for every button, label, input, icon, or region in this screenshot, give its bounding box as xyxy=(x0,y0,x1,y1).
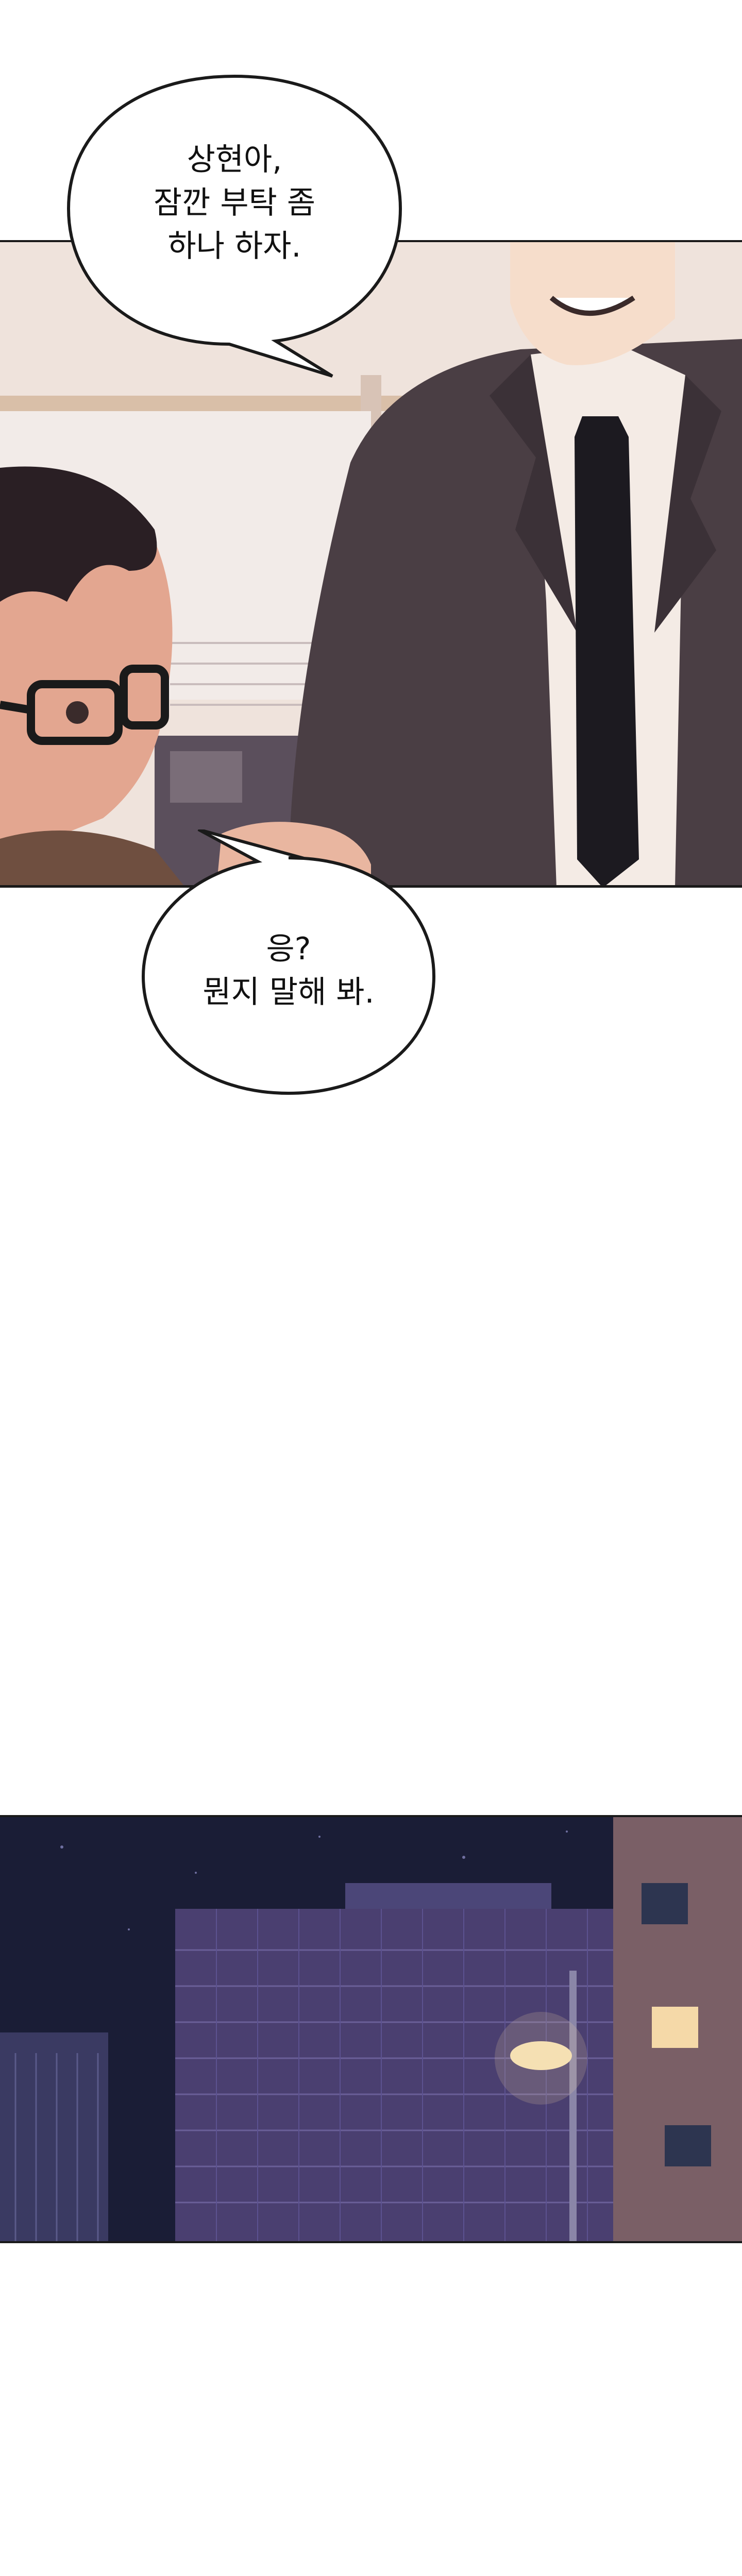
bubble-1-line-1: 상현아, xyxy=(187,142,282,178)
panel-night-bottom-border xyxy=(0,2241,742,2243)
bubble-1-line-2: 잠깐 부탁 좀 xyxy=(153,185,316,221)
necktie xyxy=(575,416,639,888)
speech-bubble-2: 응? 뭔지 말해 봐. xyxy=(139,829,438,1097)
bubble-2-line-2: 뭔지 말해 봐. xyxy=(203,974,375,1010)
speech-bubble-1: 상현아, 잠깐 부탁 좀 하나 하자. xyxy=(64,72,404,379)
bubble-2-line-1: 응? xyxy=(266,931,311,967)
bubble-1-line-3: 하나 하자. xyxy=(167,228,301,264)
lit-window xyxy=(652,2007,698,2048)
street-lamp-pole xyxy=(569,1971,577,2242)
panel-night-city xyxy=(0,1816,742,2242)
night-city-illustration xyxy=(0,1816,742,2242)
speech-bubble-2-text: 응? 뭔지 말해 봐. xyxy=(139,927,438,1014)
speech-bubble-1-text: 상현아, 잠깐 부탁 좀 하나 하자. xyxy=(64,138,404,268)
panel-night-top-border xyxy=(0,1815,742,1817)
